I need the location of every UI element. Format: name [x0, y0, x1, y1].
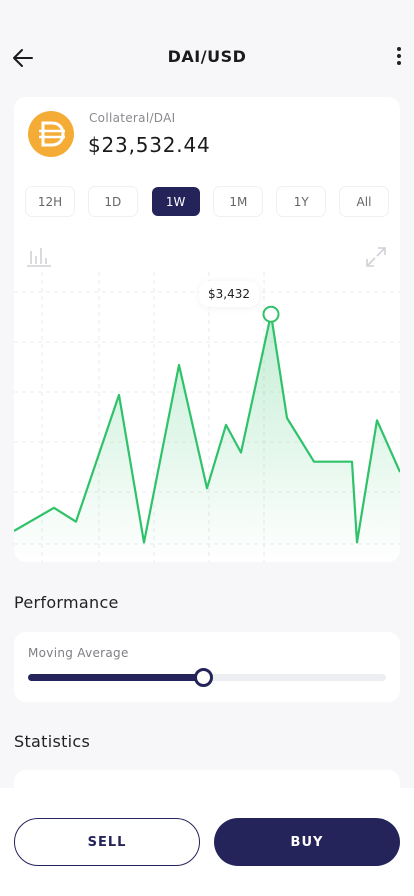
- expand-icon[interactable]: [364, 245, 388, 269]
- page-title: DAI/USD: [167, 47, 247, 66]
- slider-fill: [28, 674, 204, 681]
- bottom-action-bar: SELL BUY: [0, 788, 414, 896]
- asset-label: Collateral/DAI: [89, 111, 176, 125]
- performance-title: Performance: [14, 593, 119, 612]
- moving-average-slider[interactable]: [28, 668, 386, 687]
- period-1w[interactable]: 1W: [151, 187, 200, 216]
- period-1y[interactable]: 1Y: [277, 187, 326, 216]
- more-options-icon[interactable]: [392, 44, 406, 72]
- slider-thumb[interactable]: [194, 668, 214, 687]
- highlight-point: [262, 305, 280, 323]
- sell-button[interactable]: SELL: [14, 818, 200, 866]
- performance-card: Moving Average: [14, 632, 400, 702]
- period-1m[interactable]: 1M: [214, 187, 263, 216]
- statistics-title: Statistics: [14, 732, 91, 751]
- period-all[interactable]: All: [339, 187, 388, 216]
- period-12h[interactable]: 12H: [26, 187, 74, 216]
- bar-chart-icon[interactable]: [26, 245, 52, 267]
- chart-area: [14, 314, 400, 562]
- asset-value: $23,532.44: [88, 133, 211, 157]
- moving-average-label: Moving Average: [28, 646, 129, 660]
- asset-card: Collateral/DAI $23,532.44 12H 1D 1W 1M 1…: [14, 97, 400, 562]
- dai-coin-icon: [28, 111, 74, 157]
- period-selector: 12H 1D 1W 1M 1Y All: [26, 187, 388, 217]
- price-tooltip: $3,432: [199, 281, 259, 307]
- buy-button[interactable]: BUY: [214, 818, 400, 866]
- period-1d[interactable]: 1D: [88, 187, 137, 216]
- price-chart: [14, 272, 400, 562]
